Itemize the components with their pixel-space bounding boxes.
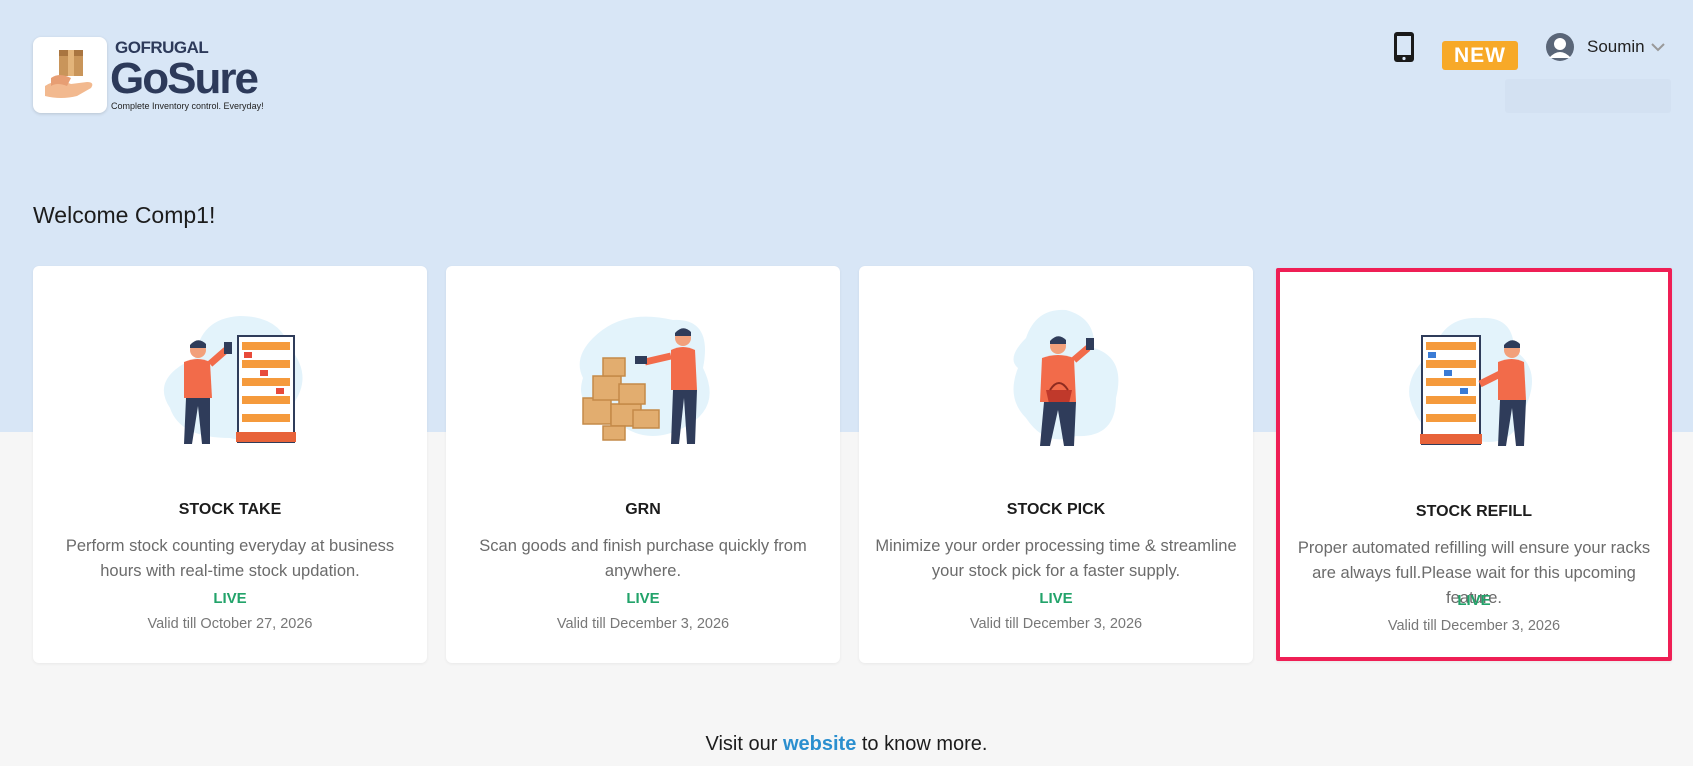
chevron-down-icon [1650, 43, 1665, 52]
logo-box-hand-icon [45, 50, 93, 98]
card-description: Perform stock counting everyday at busin… [65, 537, 395, 580]
welcome-message: Welcome Comp1! [33, 202, 216, 228]
card-validity: Valid till December 3, 2026 [969, 616, 1143, 632]
card-title: GRN [625, 501, 661, 518]
user-name: Soumin [1587, 37, 1645, 56]
footer-prefix: Visit our [705, 733, 778, 755]
brand-product-name: GoSure [110, 54, 259, 103]
card-grn[interactable]: GRN Scan goods and finish purchase quick… [446, 266, 840, 663]
card-stock-refill[interactable]: STOCK REFILL Proper automated refilling … [1276, 268, 1672, 661]
card-validity: Valid till December 3, 2026 [556, 616, 730, 632]
card-stock-pick[interactable]: STOCK PICK Minimize your order processin… [859, 266, 1253, 663]
footer-text: Visit our website to know more. [0, 733, 1693, 756]
person-with-basket-icon [1013, 309, 1119, 446]
user-menu[interactable]: Soumin [1545, 30, 1665, 64]
card-validity: Valid till December 3, 2026 [1387, 618, 1561, 634]
new-badge[interactable]: NEW [1442, 41, 1518, 70]
card-status: LIVE [1039, 590, 1073, 607]
user-avatar-icon [1546, 33, 1574, 61]
card-validity: Valid till October 27, 2026 [147, 616, 313, 632]
card-description: Scan goods and finish purchase quickly f… [479, 537, 807, 580]
website-link[interactable]: website [783, 733, 856, 755]
footer-suffix: to know more. [861, 733, 988, 755]
person-scanning-boxes-icon [579, 316, 710, 444]
card-description: Minimize your order processing time & st… [875, 537, 1237, 580]
card-title: STOCK REFILL [1415, 503, 1533, 520]
card-title: STOCK PICK [1006, 501, 1106, 518]
card-status: LIVE [626, 590, 660, 607]
card-status: LIVE [1457, 592, 1491, 609]
card-stock-take[interactable]: STOCK TAKE Perform stock counting everyd… [33, 266, 427, 663]
header-placeholder-bar [1505, 79, 1671, 113]
card-title: STOCK TAKE [178, 501, 282, 518]
mobile-device-icon[interactable] [1393, 31, 1415, 63]
person-scanning-shelf-icon [163, 316, 303, 444]
card-status: LIVE [213, 590, 247, 607]
brand-tagline: Complete Inventory control. Everyday! [111, 101, 264, 111]
logo[interactable] [33, 37, 107, 113]
person-refilling-shelf-icon [1409, 317, 1532, 446]
